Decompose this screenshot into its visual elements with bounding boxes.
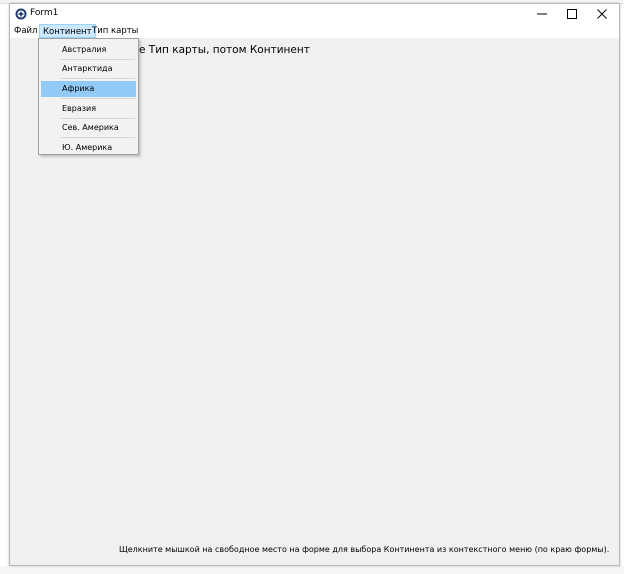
form-window: Form1 Файл Континент Тип карты е Тип кар… xyxy=(9,3,620,566)
background-window-edge-bottom xyxy=(0,566,624,574)
menu-item-australia[interactable]: Австралия xyxy=(41,42,136,58)
minimize-icon xyxy=(537,13,547,15)
menu-separator xyxy=(61,98,135,99)
window-title: Form1 xyxy=(30,8,59,18)
menu-item-eurasia[interactable]: Евразия xyxy=(41,101,136,117)
menu-item-south-america[interactable]: Ю. Америка xyxy=(41,140,136,156)
maximize-button[interactable] xyxy=(557,4,587,24)
close-icon xyxy=(597,9,607,19)
continent-dropdown-menu: Австралия Антарктида Африка Евразия Сев.… xyxy=(38,38,139,155)
minimize-button[interactable] xyxy=(527,4,557,24)
close-button[interactable] xyxy=(587,4,617,24)
menu-separator xyxy=(61,78,135,79)
menu-map-type[interactable]: Тип карты xyxy=(89,24,141,38)
menu-item-north-america[interactable]: Сев. Америка xyxy=(41,120,136,136)
menu-item-antarctica[interactable]: Антарктида xyxy=(41,61,136,77)
instruction-label: е Тип карты, потом Континент xyxy=(139,44,310,56)
menu-bar: Файл Континент Тип карты xyxy=(10,24,619,38)
menu-separator xyxy=(61,118,135,119)
app-icon[interactable] xyxy=(15,8,27,20)
hint-label: Щелкните мышкой на свободное место на фо… xyxy=(119,545,610,554)
menu-separator xyxy=(61,59,135,60)
title-bar[interactable]: Form1 xyxy=(10,4,619,24)
menu-item-africa[interactable]: Африка xyxy=(41,81,136,97)
maximize-icon xyxy=(567,9,577,19)
menu-separator xyxy=(61,137,135,138)
menu-file[interactable]: Файл xyxy=(11,24,40,38)
menu-continent[interactable]: Континент xyxy=(39,24,96,38)
